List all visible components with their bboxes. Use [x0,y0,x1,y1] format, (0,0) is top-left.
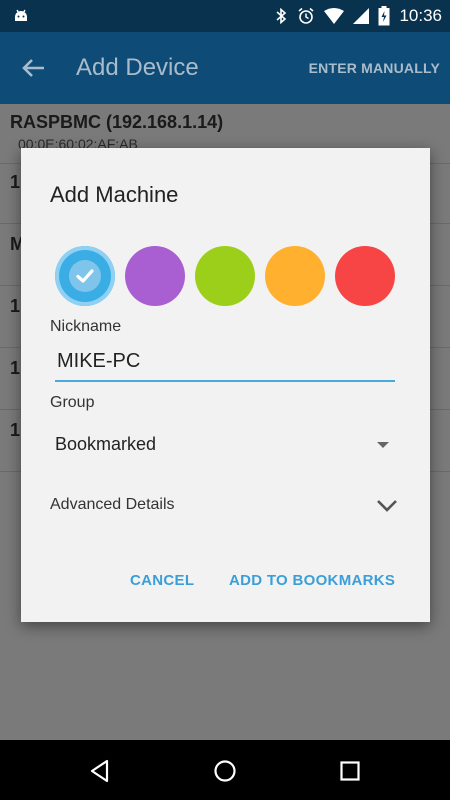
cancel-button[interactable]: CANCEL [130,572,194,589]
back-arrow-icon[interactable] [20,54,48,82]
nickname-input[interactable] [55,342,395,382]
device-name: RASPBMC (192.168.1.14) [10,112,224,132]
advanced-details-toggle[interactable]: Advanced Details [50,488,400,524]
nickname-label: Nickname [50,318,122,335]
recents-nav-icon[interactable] [337,758,363,784]
add-to-bookmarks-button[interactable]: ADD TO BOOKMARKS [229,572,395,589]
navigation-bar [0,740,450,800]
device-name: 1 [10,358,21,378]
dropdown-arrow-icon [377,442,389,448]
chevron-down-icon [374,492,400,518]
clock-time: 10:36 [399,6,442,25]
device-name: 1 [10,420,21,440]
color-picker [55,246,395,306]
color-swatch-green[interactable] [195,246,255,306]
home-nav-icon[interactable] [212,758,238,784]
alarm-icon [297,7,315,25]
color-swatch-orange[interactable] [265,246,325,306]
device-name: 1 [10,296,21,316]
group-select[interactable]: Bookmarked [55,426,395,466]
battery-icon [378,6,390,26]
color-swatch-blue[interactable] [55,246,115,306]
android-notification-icon [12,7,30,25]
bluetooth-icon [274,7,288,25]
check-icon [69,260,101,292]
group-value: Bookmarked [55,434,157,454]
cell-signal-icon [353,8,370,24]
back-nav-icon[interactable] [87,758,113,784]
advanced-details-label: Advanced Details [50,496,175,513]
color-swatch-red[interactable] [335,246,395,306]
status-bar: 10:36 [0,0,450,32]
device-name: 1 [10,172,21,192]
page-title: Add Device [76,54,199,81]
color-swatch-purple[interactable] [125,246,185,306]
enter-manually-button[interactable]: ENTER MANUALLY [309,60,440,76]
group-label: Group [50,394,95,411]
dialog-title: Add Machine [50,182,179,207]
app-bar: Add Device ENTER MANUALLY [0,32,450,104]
wifi-icon [324,8,345,24]
add-machine-dialog: Add Machine Nickname Group Bookmarked Ad… [21,148,430,622]
